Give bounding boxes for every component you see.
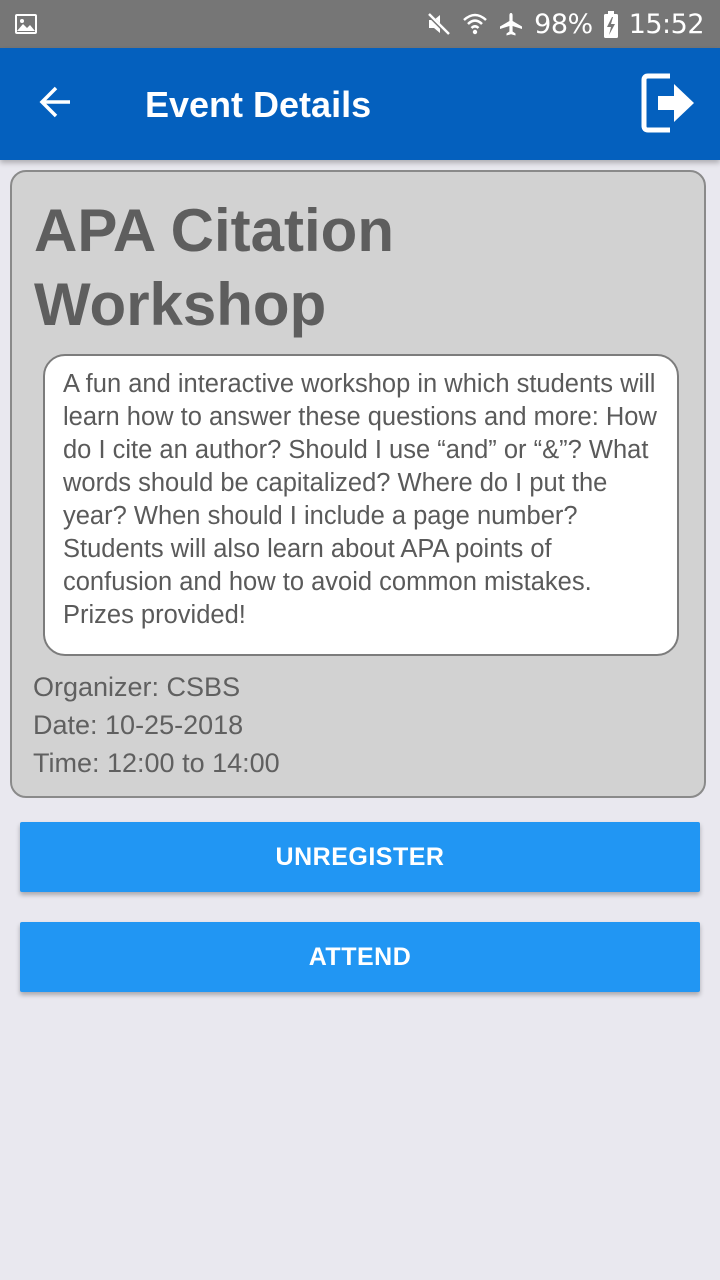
wifi-icon <box>462 11 488 37</box>
arrow-back-icon <box>38 84 74 125</box>
event-description: A fun and interactive workshop in which … <box>63 370 657 629</box>
page-title: Event Details <box>145 84 372 125</box>
back-button[interactable] <box>28 76 84 132</box>
event-title: APA Citation Workshop <box>34 197 394 338</box>
event-time: Time: 12:00 to 14:00 <box>33 748 280 778</box>
clock: 15:52 <box>628 8 705 40</box>
exit-button[interactable] <box>640 70 696 136</box>
event-organizer: Organizer: CSBS <box>33 672 241 702</box>
exit-icon <box>640 73 696 140</box>
battery-percent: 98% <box>534 8 593 40</box>
airplane-mode-icon <box>498 11 524 37</box>
description-box: A fun and interactive workshop in which … <box>43 354 679 656</box>
unregister-button[interactable]: UNREGISTER <box>20 822 700 892</box>
app-bar: Event Details <box>0 48 720 160</box>
attend-button[interactable]: ATTEND <box>20 922 700 992</box>
event-card: APA Citation Workshop A fun and interact… <box>10 170 706 798</box>
event-date: Date: 10-25-2018 <box>33 710 244 740</box>
mute-icon <box>426 11 452 37</box>
status-bar: 98% 15:52 <box>0 0 720 48</box>
battery-charging-icon <box>603 11 619 38</box>
image-icon <box>14 12 38 36</box>
